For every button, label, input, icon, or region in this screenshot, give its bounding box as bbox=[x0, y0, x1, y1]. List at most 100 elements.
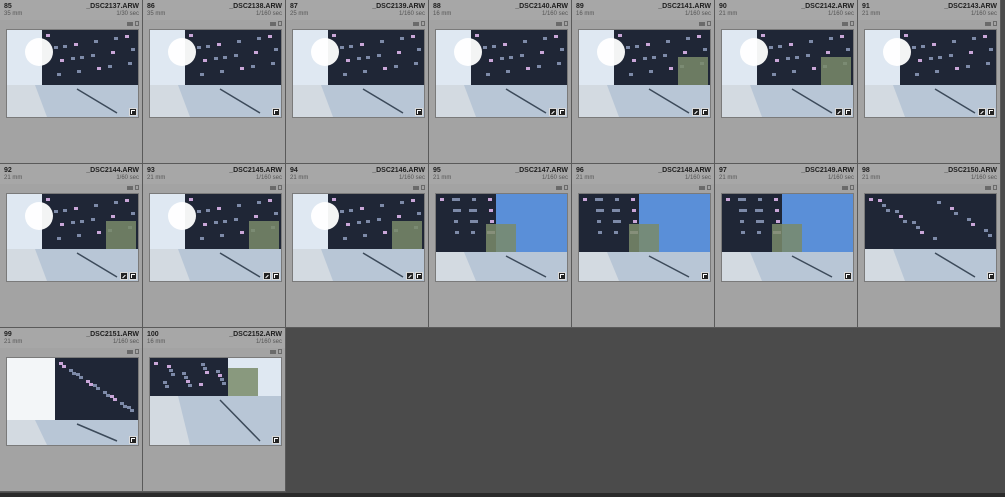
crop-icon[interactable] bbox=[129, 436, 137, 444]
crop-icon[interactable] bbox=[701, 272, 709, 280]
crop-icon[interactable] bbox=[987, 272, 995, 280]
crop-icon[interactable] bbox=[415, 272, 423, 280]
photo-thumbnail[interactable] bbox=[721, 29, 854, 118]
photo-thumbnail[interactable] bbox=[6, 193, 139, 282]
photo-thumbnail[interactable] bbox=[149, 357, 282, 446]
metadata-icon[interactable] bbox=[564, 21, 568, 26]
photo-cell[interactable]: 86 _DSC2138.ARW 35 mm 1/160 sec bbox=[143, 0, 286, 164]
photo-thumbnail[interactable] bbox=[292, 193, 425, 282]
metadata-icon[interactable] bbox=[278, 21, 282, 26]
shutter-speed: 1/160 sec bbox=[112, 339, 139, 345]
crop-icon[interactable] bbox=[987, 108, 995, 116]
develop-edit-icon[interactable] bbox=[406, 272, 414, 280]
photo-cell[interactable]: 85 _DSC2137.ARW 35 mm 1/30 sec bbox=[0, 0, 143, 164]
crop-icon[interactable] bbox=[558, 108, 566, 116]
metadata-icon[interactable] bbox=[278, 349, 282, 354]
photo-thumbnail[interactable] bbox=[721, 193, 854, 282]
flag-icon[interactable] bbox=[556, 21, 562, 26]
thumbnail-badges bbox=[263, 272, 280, 280]
photo-cell[interactable]: 89 _DSC2141.ARW 16 mm 1/160 sec bbox=[572, 0, 715, 164]
metadata-icon[interactable] bbox=[278, 185, 282, 190]
photo-thumbnail[interactable] bbox=[6, 29, 139, 118]
photo-thumbnail[interactable] bbox=[292, 29, 425, 118]
photo-cell[interactable]: 88 _DSC2140.ARW 16 mm 1/160 sec bbox=[429, 0, 572, 164]
photo-cell[interactable]: 99 _DSC2151.ARW 21 mm 1/160 sec bbox=[0, 328, 143, 492]
crop-icon[interactable] bbox=[272, 272, 280, 280]
metadata-icon[interactable] bbox=[135, 185, 139, 190]
crop-icon[interactable] bbox=[558, 272, 566, 280]
flag-icon[interactable] bbox=[985, 185, 991, 190]
metadata-icon[interactable] bbox=[707, 21, 711, 26]
crop-icon[interactable] bbox=[129, 272, 137, 280]
metadata-icon[interactable] bbox=[135, 21, 139, 26]
develop-edit-icon[interactable] bbox=[263, 272, 271, 280]
focal-length: 21 mm bbox=[576, 175, 595, 181]
flag-icon[interactable] bbox=[413, 21, 419, 26]
crop-icon[interactable] bbox=[129, 108, 137, 116]
flag-icon[interactable] bbox=[127, 185, 133, 190]
flag-icon[interactable] bbox=[842, 21, 848, 26]
photo-thumbnail[interactable] bbox=[864, 29, 997, 118]
crop-icon[interactable] bbox=[272, 436, 280, 444]
photo-cell[interactable]: 92 _DSC2144.ARW 21 mm 1/60 sec bbox=[0, 164, 143, 328]
shutter-speed: 1/160 sec bbox=[684, 175, 711, 181]
develop-edit-icon[interactable] bbox=[120, 272, 128, 280]
metadata-icon[interactable] bbox=[707, 185, 711, 190]
photo-cell[interactable]: 94 _DSC2146.ARW 21 mm 1/160 sec bbox=[286, 164, 429, 328]
photo-thumbnail[interactable] bbox=[578, 29, 711, 118]
metadata-icon[interactable] bbox=[421, 21, 425, 26]
flag-icon[interactable] bbox=[699, 21, 705, 26]
flag-icon[interactable] bbox=[127, 349, 133, 354]
photo-cell[interactable]: 96 _DSC2148.ARW 21 mm 1/160 sec bbox=[572, 164, 715, 328]
photo-cell[interactable]: 97 _DSC2149.ARW 21 mm 1/160 sec bbox=[715, 164, 858, 328]
photo-thumbnail[interactable] bbox=[435, 193, 568, 282]
develop-edit-icon[interactable] bbox=[835, 108, 843, 116]
metadata-icon[interactable] bbox=[993, 185, 997, 190]
photo-thumbnail[interactable] bbox=[6, 357, 139, 446]
metadata-icon[interactable] bbox=[135, 349, 139, 354]
flag-icon[interactable] bbox=[556, 185, 562, 190]
crop-icon[interactable] bbox=[272, 108, 280, 116]
photo-thumbnail[interactable] bbox=[149, 193, 282, 282]
develop-edit-icon[interactable] bbox=[692, 108, 700, 116]
metadata-icon[interactable] bbox=[564, 185, 568, 190]
metadata-icon[interactable] bbox=[850, 185, 854, 190]
focal-length: 21 mm bbox=[147, 175, 166, 181]
crop-icon[interactable] bbox=[844, 272, 852, 280]
photo-cell[interactable]: 90 _DSC2142.ARW 21 mm 1/160 sec bbox=[715, 0, 858, 164]
photo-cell[interactable]: 95 _DSC2147.ARW 21 mm 1/160 sec bbox=[429, 164, 572, 328]
flag-icon[interactable] bbox=[985, 21, 991, 26]
photo-cell[interactable]: 98 _DSC2150.ARW 21 mm 1/160 sec bbox=[858, 164, 1001, 328]
develop-edit-icon[interactable] bbox=[978, 108, 986, 116]
photo-thumbnail[interactable] bbox=[578, 193, 711, 282]
thumbnail-image bbox=[865, 30, 996, 117]
photo-cell[interactable]: 100 _DSC2152.ARW 16 mm 1/160 sec bbox=[143, 328, 286, 492]
focal-length: 21 mm bbox=[4, 175, 23, 181]
photo-cell[interactable]: 87 _DSC2139.ARW 25 mm 1/160 sec bbox=[286, 0, 429, 164]
photo-thumbnail[interactable] bbox=[149, 29, 282, 118]
metadata-icon[interactable] bbox=[421, 185, 425, 190]
crop-icon[interactable] bbox=[415, 108, 423, 116]
photo-cell[interactable]: 91 _DSC2143.ARW 21 mm 1/160 sec bbox=[858, 0, 1001, 164]
flag-icon[interactable] bbox=[270, 185, 276, 190]
thumbnail-image bbox=[293, 30, 424, 117]
focal-length: 16 mm bbox=[147, 339, 166, 345]
flag-icon[interactable] bbox=[699, 185, 705, 190]
flag-icon[interactable] bbox=[842, 185, 848, 190]
photo-thumbnail[interactable] bbox=[435, 29, 568, 118]
flag-icon[interactable] bbox=[127, 21, 133, 26]
crop-icon[interactable] bbox=[701, 108, 709, 116]
develop-edit-icon[interactable] bbox=[549, 108, 557, 116]
thumbnail-image bbox=[7, 358, 138, 445]
cell-icons bbox=[270, 185, 282, 190]
photo-cell[interactable]: 93 _DSC2145.ARW 21 mm 1/160 sec bbox=[143, 164, 286, 328]
flag-icon[interactable] bbox=[270, 21, 276, 26]
metadata-icon[interactable] bbox=[850, 21, 854, 26]
flag-icon[interactable] bbox=[413, 185, 419, 190]
metadata-icon[interactable] bbox=[993, 21, 997, 26]
cell-icons bbox=[127, 185, 139, 190]
flag-icon[interactable] bbox=[270, 349, 276, 354]
photo-thumbnail[interactable] bbox=[864, 193, 997, 282]
thumbnail-image bbox=[436, 30, 567, 117]
crop-icon[interactable] bbox=[844, 108, 852, 116]
